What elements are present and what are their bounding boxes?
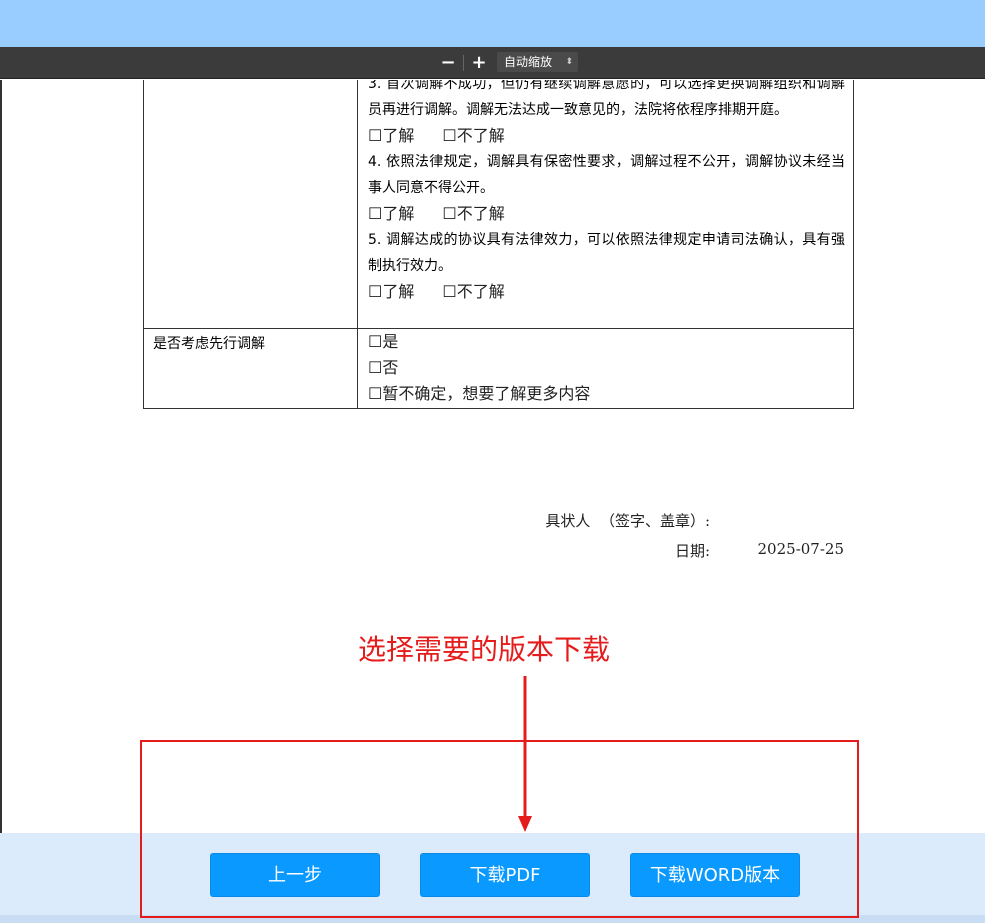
pdf-document-page: 3. 首次调解不成功，但仍有继续调解意愿的，可以选择更换调解组织和调解员再进行调… [0, 80, 985, 833]
option-no[interactable]: ☐否 [368, 355, 845, 381]
signer-label: 具状人 （签字、盖章）: [545, 512, 710, 530]
understand-checkbox-row[interactable]: ☐了解 ☐不了解 [368, 201, 845, 227]
understand-checkbox-row[interactable]: ☐了解 ☐不了解 [368, 279, 845, 305]
annotation-text: 选择需要的版本下载 [358, 633, 611, 666]
zoom-select[interactable]: 自动缩放 ⬍ [497, 52, 578, 72]
annotation-highlight-box [140, 740, 859, 918]
toolbar-separator [463, 55, 464, 71]
date-label: 日期: [674, 542, 710, 560]
browser-top-band [0, 0, 985, 47]
pdf-toolbar: − + [0, 47, 985, 79]
option-unsure[interactable]: ☐暂不确定，想要了解更多内容 [368, 381, 845, 407]
mediation-options-cell: ☐是 ☐否 ☐暂不确定，想要了解更多内容 [357, 328, 854, 409]
notice-item-4: 4. 依照法律规定，调解具有保密性要求，调解过程不公开，调解协议未经当事人同意不… [368, 154, 845, 196]
table-row: 3. 首次调解不成功，但仍有继续调解意愿的，可以选择更换调解组织和调解员再进行调… [143, 80, 854, 329]
not-understand-option[interactable]: ☐不了解 [442, 282, 504, 301]
understand-option[interactable]: ☐了解 [368, 282, 414, 301]
complaint-form-table: 3. 首次调解不成功，但仍有继续调解意愿的，可以选择更换调解组织和调解员再进行调… [143, 80, 854, 409]
table-row: 是否考虑先行调解 ☐是 ☐否 ☐暂不确定，想要了解更多内容 [143, 328, 854, 409]
table-cell-empty [143, 80, 358, 329]
notice-item-3: 3. 首次调解不成功，但仍有继续调解意愿的，可以选择更换调解组织和调解员再进行调… [368, 80, 845, 118]
zoom-in-button[interactable]: + [468, 52, 490, 74]
date-value: 2025-07-25 [757, 540, 844, 558]
zoom-out-button[interactable]: − [437, 52, 459, 74]
not-understand-option[interactable]: ☐不了解 [442, 204, 504, 223]
understand-option[interactable]: ☐了解 [368, 126, 414, 145]
option-yes[interactable]: ☐是 [368, 329, 845, 355]
mediation-notice-cell: 3. 首次调解不成功，但仍有继续调解意愿的，可以选择更换调解组织和调解员再进行调… [357, 80, 854, 329]
not-understand-option[interactable]: ☐不了解 [442, 126, 504, 145]
chevron-updown-icon: ⬍ [565, 57, 573, 67]
understand-checkbox-row[interactable]: ☐了解 ☐不了解 [368, 123, 845, 149]
zoom-select-value: 自动缩放 [504, 55, 553, 69]
understand-option[interactable]: ☐了解 [368, 204, 414, 223]
mediation-question-label: 是否考虑先行调解 [143, 328, 358, 409]
notice-item-5: 5. 调解达成的协议具有法律效力，可以依照法律规定申请司法确认，具有强制执行效力… [368, 232, 845, 274]
page-left-border [0, 80, 2, 833]
